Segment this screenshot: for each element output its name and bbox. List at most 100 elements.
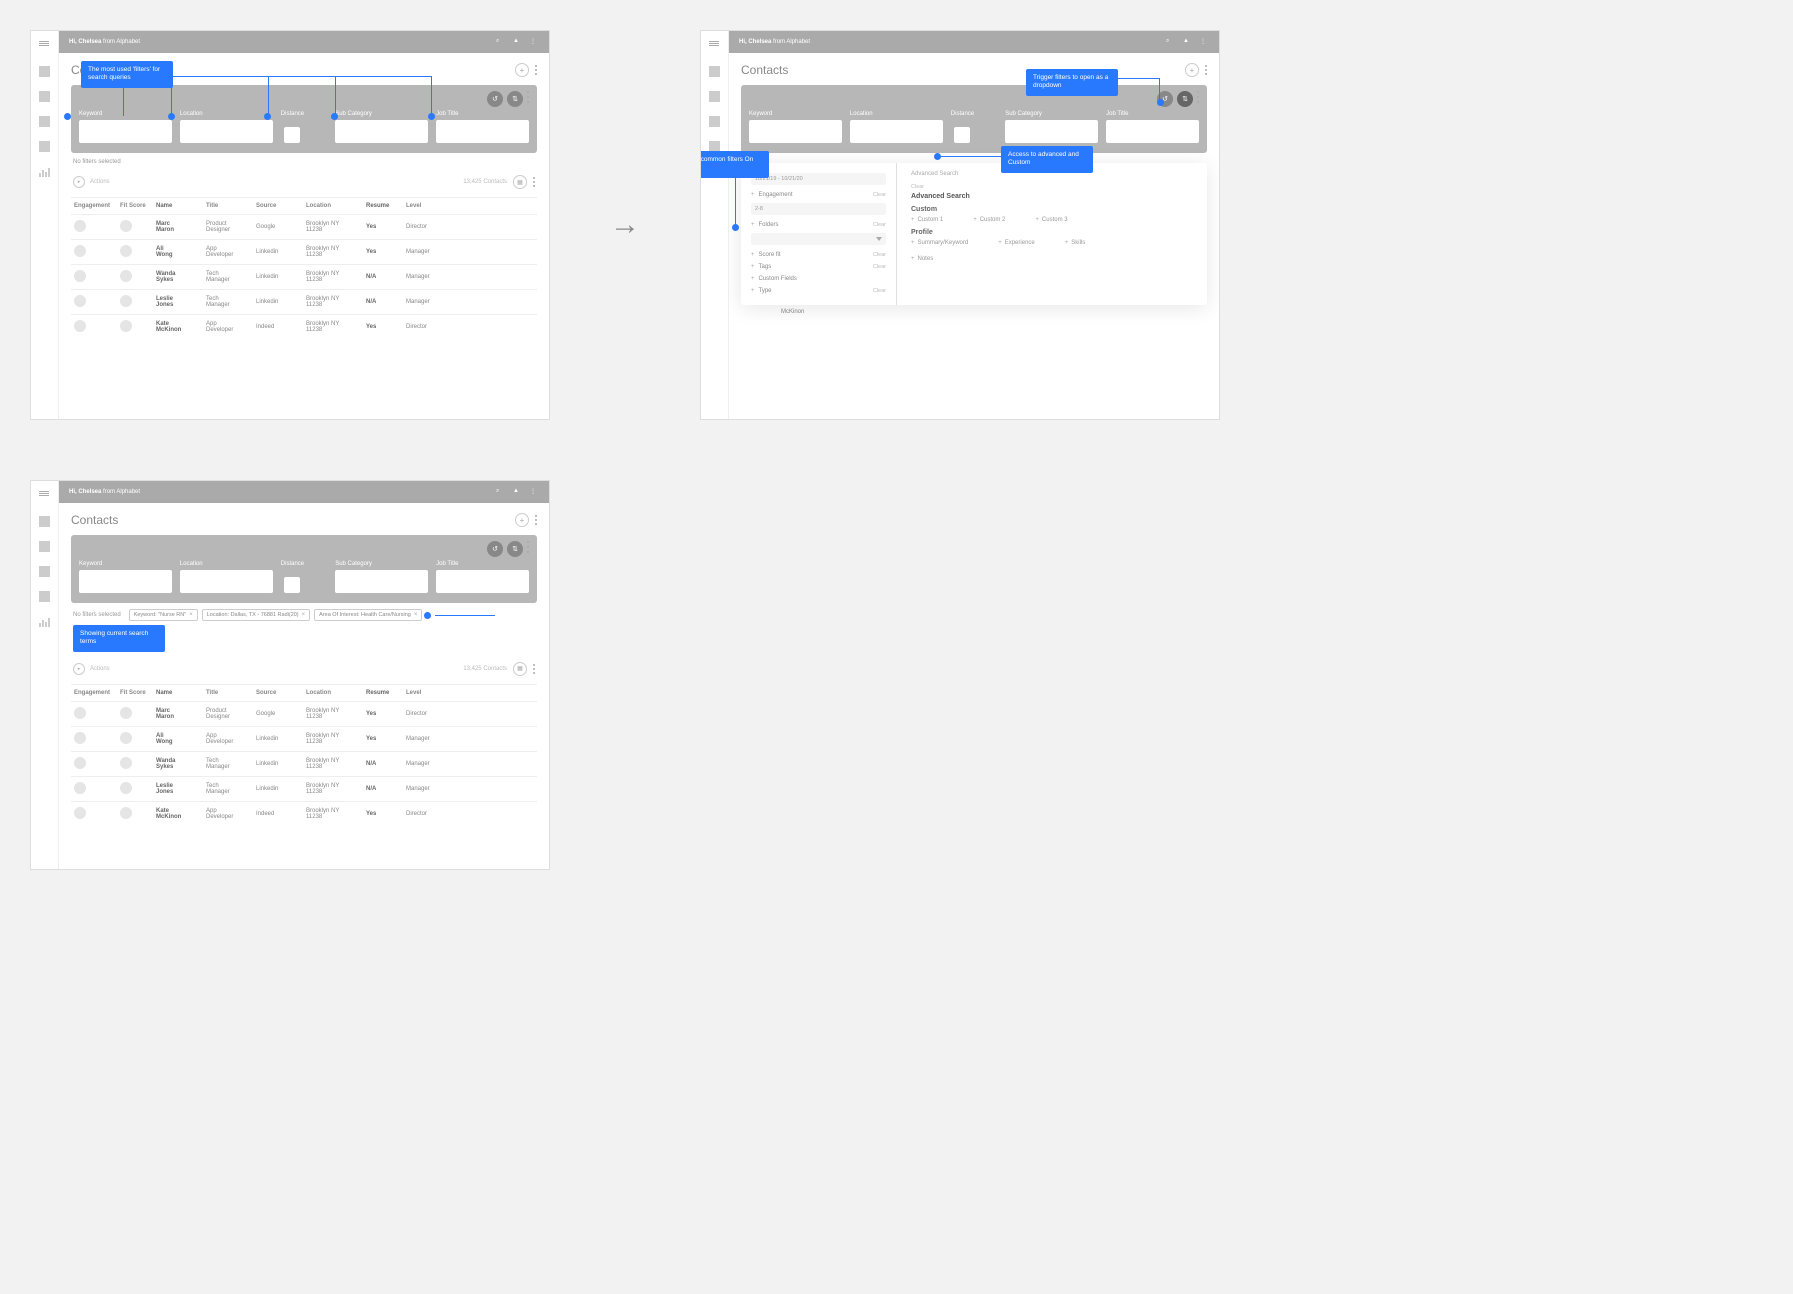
- dd-scorefit[interactable]: Score fit: [759, 252, 873, 258]
- folders-select[interactable]: [751, 233, 886, 245]
- page-more-icon[interactable]: [1205, 65, 1207, 75]
- active-filter-chips: No filters selected Keyword: "Nurse RN"×…: [71, 603, 537, 658]
- table-row[interactable]: AliWongAppDeveloperLinkedinBrooklyn NY11…: [71, 726, 537, 751]
- menu-icon[interactable]: [709, 41, 720, 52]
- contacts-icon[interactable]: [39, 541, 50, 552]
- jobtitle-input[interactable]: [436, 120, 529, 143]
- filter-chip-location[interactable]: Location: Dallas, TX - 76881 Radi(20)×: [202, 609, 310, 621]
- expand-filters-button[interactable]: ⇅: [507, 91, 523, 107]
- location-input[interactable]: [180, 570, 273, 593]
- search-icon[interactable]: ⌕: [496, 38, 505, 47]
- table-row[interactable]: MarcMaronProductDesignerGoogleBrooklyn N…: [71, 701, 537, 726]
- dd-opt-experience[interactable]: +Experience: [998, 240, 1035, 246]
- analytics-icon[interactable]: [39, 166, 50, 177]
- subcategory-input[interactable]: [335, 570, 428, 593]
- contacts-icon[interactable]: [39, 91, 50, 102]
- dd-opt-summary[interactable]: +Summary/Keyword: [911, 240, 968, 246]
- view-toggle-button[interactable]: ▦: [513, 175, 527, 189]
- menu-icon[interactable]: [39, 491, 50, 502]
- table-row[interactable]: AliWongAppDeveloperLinkedinBrooklyn NY11…: [71, 239, 537, 264]
- view-toggle-button[interactable]: ▦: [513, 662, 527, 676]
- table-row[interactable]: MarcMaronProductDesignerGoogleBrooklyn N…: [71, 214, 537, 239]
- analytics-icon[interactable]: [39, 616, 50, 627]
- user-icon[interactable]: ▲: [513, 488, 522, 497]
- reset-filters-button[interactable]: ↺: [487, 91, 503, 107]
- dd-tags[interactable]: Tags: [759, 264, 873, 270]
- more-icon[interactable]: ⋮: [530, 488, 539, 497]
- remove-chip-icon[interactable]: ×: [302, 612, 306, 618]
- page-more-icon[interactable]: [535, 515, 537, 525]
- keyword-input[interactable]: [79, 120, 172, 143]
- remove-chip-icon[interactable]: ×: [414, 612, 418, 618]
- actions-dropdown-button[interactable]: ▸: [73, 663, 85, 675]
- add-contact-button[interactable]: +: [1185, 63, 1199, 77]
- toolbar-more-icon[interactable]: [533, 177, 535, 187]
- dashboard-icon[interactable]: [709, 66, 720, 77]
- expand-filters-button[interactable]: ⇅: [507, 541, 523, 557]
- dd-engagement[interactable]: Engagement: [759, 192, 873, 198]
- distance-unit-input[interactable]: [284, 577, 300, 593]
- table-row[interactable]: LeslieJonesTechManagerLinkedinBrooklyn N…: [71, 289, 537, 314]
- search-icon[interactable]: ⌕: [1166, 38, 1175, 47]
- dd-opt-skills[interactable]: +Skills: [1065, 240, 1086, 246]
- jobtitle-input[interactable]: [436, 570, 529, 593]
- jobtitle-input[interactable]: [1106, 120, 1199, 143]
- distance-unit-input[interactable]: [284, 127, 300, 143]
- page-more-icon[interactable]: [535, 65, 537, 75]
- dd-opt-notes[interactable]: +Notes: [911, 256, 933, 262]
- menu-icon[interactable]: [39, 41, 50, 52]
- user-icon[interactable]: ▲: [1183, 38, 1192, 47]
- briefcase-icon[interactable]: [709, 116, 720, 127]
- annotation-search-terms: Showing current search terms: [73, 625, 165, 652]
- remove-chip-icon[interactable]: ×: [189, 612, 193, 618]
- more-icon[interactable]: ⋮: [1200, 38, 1209, 47]
- folder-icon[interactable]: [39, 141, 50, 152]
- dashboard-icon[interactable]: [39, 516, 50, 527]
- table-row[interactable]: LeslieJonesTechManagerLinkedinBrooklyn N…: [71, 776, 537, 801]
- filter-more-icon[interactable]: [527, 541, 529, 553]
- location-input[interactable]: [850, 120, 943, 143]
- wireframe-screen-2: Hi, Chelsea from Alphabet ⌕▲⋮ Trigger fi…: [700, 30, 1220, 420]
- annotation-common-filters: The most used 'filters' for search queri…: [81, 61, 173, 88]
- dd-folders[interactable]: Folders: [759, 222, 873, 228]
- dd-opt-custom1[interactable]: +Custom 1: [911, 217, 943, 223]
- flow-arrow-icon: →: [610, 208, 640, 242]
- filter-more-icon[interactable]: [1197, 91, 1199, 103]
- add-contact-button[interactable]: +: [515, 513, 529, 527]
- filter-chip-keyword[interactable]: Keyword: "Nurse RN"×: [129, 609, 198, 621]
- table-row[interactable]: WandaSykesTechManagerLinkedinBrooklyn NY…: [71, 264, 537, 289]
- dd-customfields[interactable]: Custom Fields: [759, 276, 886, 282]
- expand-filters-button[interactable]: ⇅: [1177, 91, 1193, 107]
- distance-unit-input[interactable]: [954, 127, 970, 143]
- keyword-input[interactable]: [79, 570, 172, 593]
- table-row[interactable]: WandaSykesTechManagerLinkedinBrooklyn NY…: [71, 751, 537, 776]
- folder-icon[interactable]: [39, 591, 50, 602]
- dd-opt-custom3[interactable]: +Custom 3: [1035, 217, 1067, 223]
- annotation-trigger-dropdown: Trigger filters to open as a dropdown: [1026, 69, 1118, 96]
- filter-chip-area[interactable]: Area Of Interest: Health Care/Nursing×: [314, 609, 422, 621]
- table-row[interactable]: KateMcKinonAppDeveloperIndeedBrooklyn NY…: [71, 314, 537, 339]
- subcategory-input[interactable]: [1005, 120, 1098, 143]
- dd-opt-custom2[interactable]: +Custom 2: [973, 217, 1005, 223]
- keyword-input[interactable]: [749, 120, 842, 143]
- dashboard-icon[interactable]: [39, 66, 50, 77]
- table-row[interactable]: KateMcKinonAppDeveloperIndeedBrooklyn NY…: [71, 801, 537, 826]
- engagement-value-input[interactable]: 2-8: [751, 203, 886, 215]
- briefcase-icon[interactable]: [39, 116, 50, 127]
- dd-advanced-search-label: Advanced Search: [911, 171, 958, 177]
- subcategory-input[interactable]: [335, 120, 428, 143]
- add-contact-button[interactable]: +: [515, 63, 529, 77]
- dd-type[interactable]: Type: [759, 288, 873, 294]
- filter-more-icon[interactable]: [527, 91, 529, 103]
- date-range-input[interactable]: 10/21/19 - 10/21/20: [751, 173, 886, 185]
- search-icon[interactable]: ⌕: [496, 488, 505, 497]
- actions-dropdown-button[interactable]: ▸: [73, 176, 85, 188]
- more-icon[interactable]: ⋮: [530, 38, 539, 47]
- contacts-icon[interactable]: [709, 91, 720, 102]
- location-input[interactable]: [180, 120, 273, 143]
- user-icon[interactable]: ▲: [513, 38, 522, 47]
- toolbar-more-icon[interactable]: [533, 664, 535, 674]
- briefcase-icon[interactable]: [39, 566, 50, 577]
- sidebar-nav: [31, 481, 59, 869]
- reset-filters-button[interactable]: ↺: [487, 541, 503, 557]
